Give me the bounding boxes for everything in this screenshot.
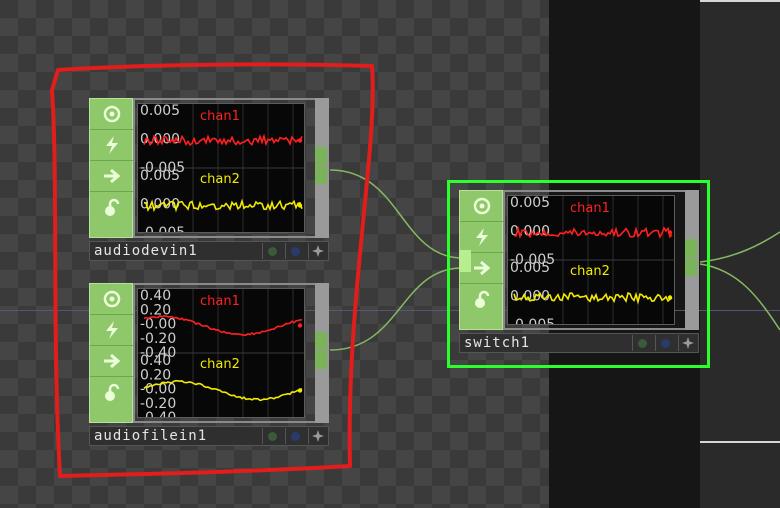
annotation-rectangle [50, 62, 375, 478]
